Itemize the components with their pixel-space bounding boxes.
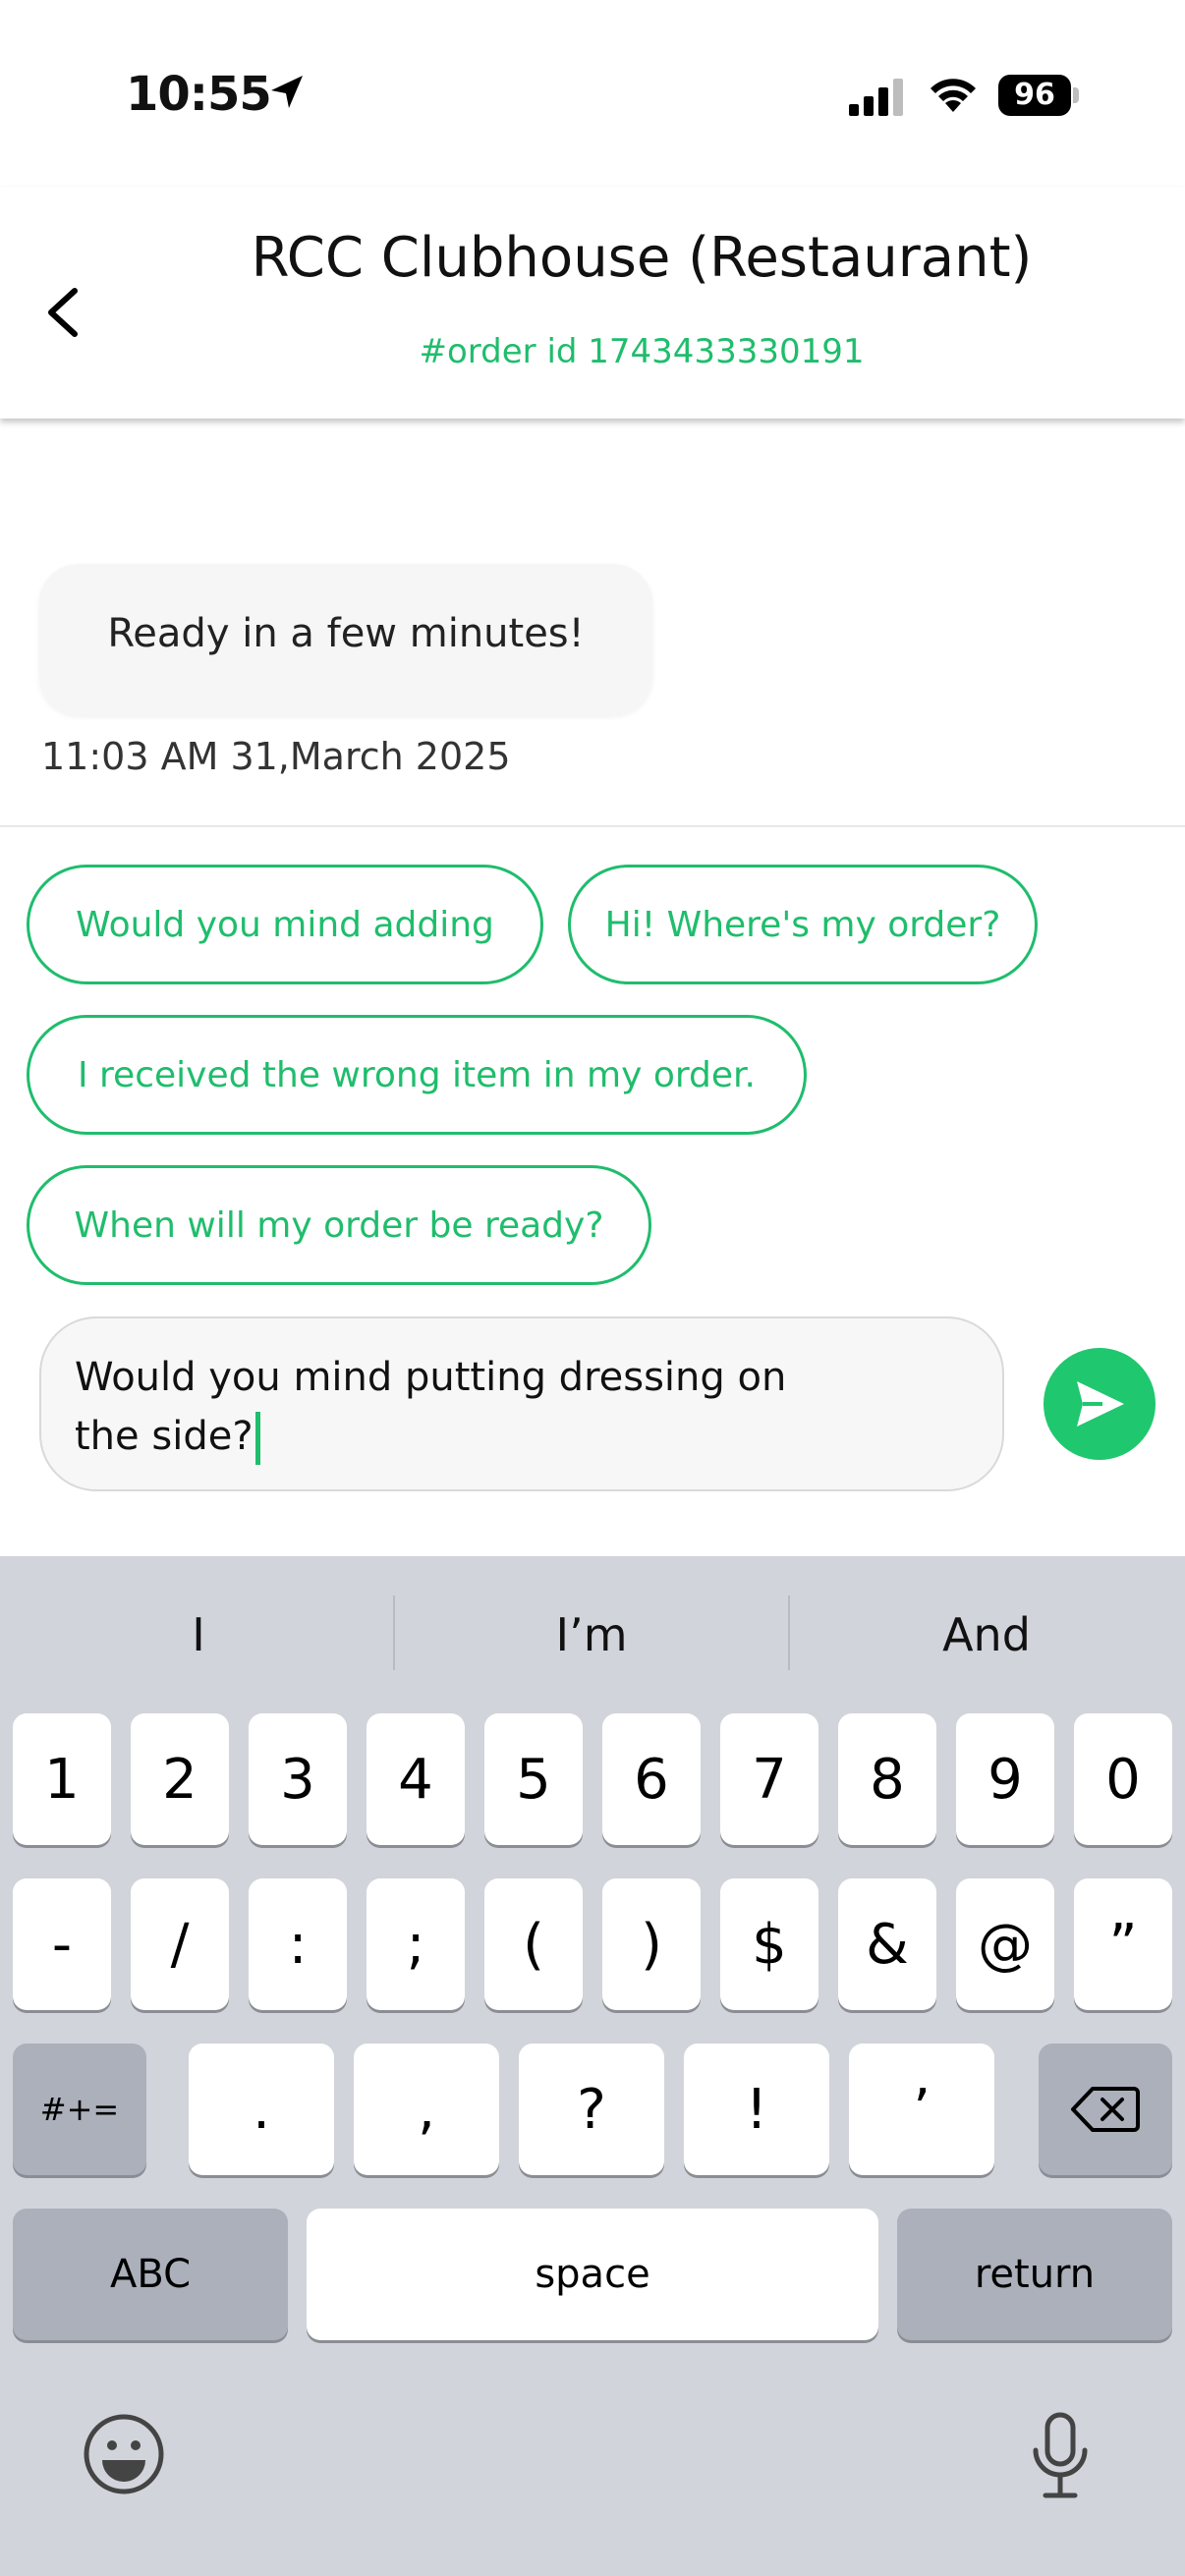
- return-key[interactable]: return: [897, 2209, 1172, 2340]
- key[interactable]: ?: [519, 2044, 664, 2175]
- microphone-icon[interactable]: [1026, 2411, 1095, 2501]
- key[interactable]: 0: [1074, 1713, 1172, 1845]
- key[interactable]: 2: [131, 1713, 229, 1845]
- key[interactable]: 4: [367, 1713, 465, 1845]
- back-chevron-icon[interactable]: [37, 269, 92, 348]
- message-input-text[interactable]: Would you mind putting dressing on the s…: [75, 1348, 880, 1466]
- quick-reply-chip[interactable]: Hi! Where's my order?: [568, 865, 1038, 984]
- cellular-signal-icon: [849, 79, 903, 116]
- suggestion-item[interactable]: I: [2, 1596, 395, 1674]
- quick-reply-chip[interactable]: When will my order be ready?: [27, 1165, 651, 1285]
- send-icon: [1077, 1381, 1124, 1427]
- key[interactable]: 3: [249, 1713, 347, 1845]
- key[interactable]: ,: [354, 2044, 499, 2175]
- backspace-icon: [1071, 2087, 1140, 2132]
- battery-tip: [1073, 87, 1079, 103]
- key[interactable]: &: [838, 1878, 936, 2010]
- abc-key[interactable]: ABC: [13, 2209, 288, 2340]
- suggestion-item[interactable]: And: [790, 1596, 1183, 1674]
- key[interactable]: $: [720, 1878, 818, 2010]
- message-text: Ready in a few minutes!: [107, 611, 585, 656]
- key[interactable]: ”: [1074, 1878, 1172, 2010]
- key[interactable]: 7: [720, 1713, 818, 1845]
- key[interactable]: @: [956, 1878, 1054, 2010]
- key[interactable]: 6: [602, 1713, 701, 1845]
- key[interactable]: !: [684, 2044, 829, 2175]
- location-arrow-icon: [271, 76, 303, 108]
- status-time: 10:55: [126, 67, 272, 122]
- key[interactable]: (: [484, 1878, 583, 2010]
- battery-level: 96: [998, 75, 1071, 116]
- input-line-2-wrap: the side?: [75, 1407, 880, 1466]
- restaurant-title: RCC Clubhouse (Restaurant): [251, 226, 1033, 290]
- key[interactable]: 1: [13, 1713, 111, 1845]
- text-caret: [254, 1412, 260, 1465]
- message-bubble: Ready in a few minutes!: [39, 564, 652, 715]
- key[interactable]: 5: [484, 1713, 583, 1845]
- suggestion-item[interactable]: I’m: [395, 1596, 788, 1674]
- order-id: #order id 1743433330191: [419, 332, 865, 371]
- emoji-icon[interactable]: [83, 2413, 165, 2495]
- status-bar: 10:55 96: [0, 0, 1185, 187]
- keyboard: I I’m And 1 2 3 4 5 6 7 8 9 0 - / : ; ( …: [0, 1556, 1185, 2576]
- key[interactable]: ’: [849, 2044, 994, 2175]
- message-timestamp: 11:03 AM 31,March 2025: [41, 735, 511, 778]
- key[interactable]: 8: [838, 1713, 936, 1845]
- send-button[interactable]: [1044, 1348, 1156, 1460]
- key[interactable]: /: [131, 1878, 229, 2010]
- quick-reply-chip[interactable]: Would you mind adding: [27, 865, 543, 984]
- divider: [0, 825, 1185, 827]
- chat-header: RCC Clubhouse (Restaurant) #order id 174…: [0, 187, 1185, 419]
- message-input[interactable]: Would you mind putting dressing on the s…: [39, 1316, 1004, 1491]
- input-line-1: Would you mind putting dressing on: [75, 1355, 787, 1400]
- key[interactable]: ;: [367, 1878, 465, 2010]
- input-line-2: the side?: [75, 1414, 254, 1459]
- quick-reply-chip[interactable]: I received the wrong item in my order.: [27, 1015, 807, 1135]
- symbols-toggle-key[interactable]: #+=: [13, 2044, 146, 2175]
- key[interactable]: ): [602, 1878, 701, 2010]
- space-key[interactable]: space: [307, 2209, 878, 2340]
- key[interactable]: 9: [956, 1713, 1054, 1845]
- key[interactable]: -: [13, 1878, 111, 2010]
- delete-key[interactable]: [1039, 2044, 1172, 2175]
- battery-indicator: 96: [998, 75, 1079, 116]
- key[interactable]: :: [249, 1878, 347, 2010]
- wifi-icon: [931, 79, 976, 112]
- key[interactable]: .: [189, 2044, 334, 2175]
